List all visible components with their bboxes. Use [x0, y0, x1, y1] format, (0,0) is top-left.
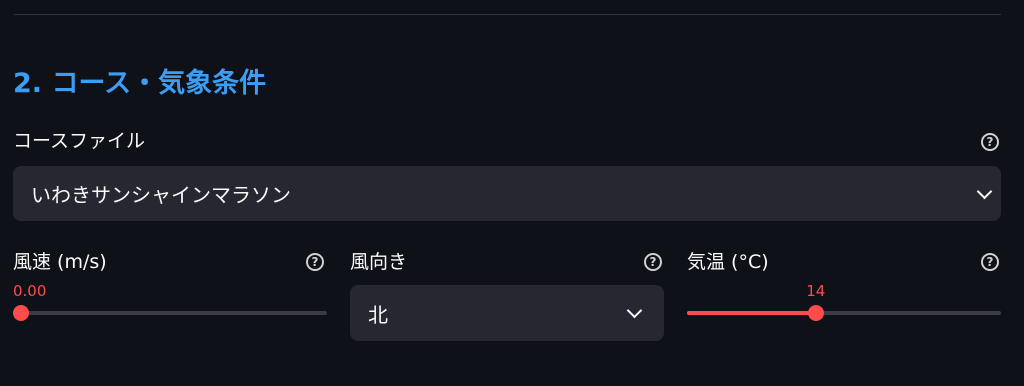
section-title: 2. コース・気象条件: [13, 68, 267, 99]
course-file-select[interactable]: いわきサンシャインマラソン: [13, 166, 1001, 221]
wind-speed-slider-thumb[interactable]: [13, 305, 29, 321]
temperature-slider[interactable]: [687, 305, 1001, 321]
wind-direction-label: 風向き: [350, 251, 408, 273]
temperature-help-icon[interactable]: ?: [981, 253, 999, 271]
temperature-slider-thumb[interactable]: [807, 305, 824, 321]
temperature-label: 気温 (°C): [687, 251, 769, 273]
section-divider: [14, 14, 1001, 15]
temperature-slider-fill: [687, 311, 816, 315]
wind-speed-label: 風速 (m/s): [13, 251, 107, 273]
temperature-value: 14: [806, 282, 826, 300]
wind-speed-value: 0.00: [13, 282, 47, 300]
wind-speed-help-icon[interactable]: ?: [306, 253, 324, 271]
wind-direction-value: 北: [368, 302, 388, 327]
course-file-label: コースファイル: [13, 130, 146, 152]
wind-direction-select[interactable]: 北: [350, 285, 664, 341]
wind-speed-slider[interactable]: [13, 305, 327, 321]
course-help-icon[interactable]: ?: [981, 133, 999, 151]
wind-direction-help-icon[interactable]: ?: [644, 253, 662, 271]
chevron-down-icon: [976, 183, 993, 200]
chevron-down-icon: [626, 302, 643, 319]
course-file-value: いわきサンシャインマラソン: [31, 183, 291, 207]
